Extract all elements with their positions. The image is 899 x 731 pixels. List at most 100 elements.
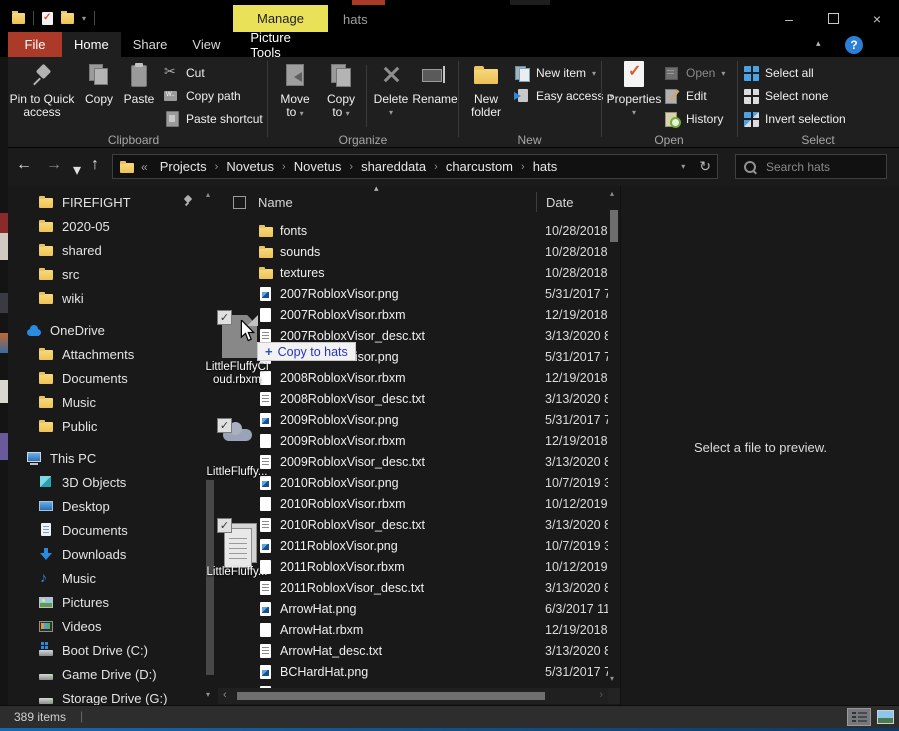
sidebar-item[interactable]: Documents — [8, 518, 203, 542]
breadcrumb-separator-icon[interactable]: › — [215, 161, 219, 173]
list-vertical-scrollbar[interactable]: ▴ ▾ — [608, 186, 620, 688]
new-item-button[interactable]: New item ▾ — [514, 63, 596, 83]
address-bar[interactable]: « Projects›Novetus›Novetus›shareddata›ch… — [112, 154, 718, 179]
forward-button[interactable]: → — [46, 156, 62, 174]
copy-to-button[interactable]: Copy to ▾ — [318, 60, 364, 120]
sidebar-item[interactable]: Music — [8, 390, 203, 414]
up-button[interactable]: ↑ — [91, 156, 99, 174]
large-icons-view-button[interactable] — [875, 708, 895, 726]
select-none-button[interactable]: Select none — [744, 86, 828, 106]
file-row[interactable]: 2009RobloxVisor_desc.txt 3/13/2020 8 — [218, 451, 608, 472]
sidebar-item[interactable]: Boot Drive (C:) — [8, 638, 203, 662]
sidebar-item[interactable]: Downloads — [8, 542, 203, 566]
file-row[interactable]: BCHardHat.png 5/31/2017 7 — [218, 661, 608, 682]
column-header-date[interactable]: Date — [546, 195, 573, 210]
scrollbar-thumb[interactable] — [237, 692, 545, 700]
copy-path-button[interactable]: Copy path — [164, 86, 241, 106]
folder-icon[interactable] — [61, 13, 74, 24]
column-header-name[interactable]: Name — [258, 195, 293, 210]
list-horizontal-scrollbar[interactable]: ‹ › — [218, 688, 608, 704]
sidebar-item[interactable]: This PC — [8, 446, 203, 470]
details-view-button[interactable] — [847, 708, 871, 726]
paste-button[interactable]: Paste — [118, 60, 160, 106]
breadcrumb-separator-icon[interactable]: › — [521, 161, 525, 173]
sidebar-item[interactable]: Attachments — [8, 342, 203, 366]
pin-to-quick-access-button[interactable]: Pin to Quick access — [6, 60, 78, 119]
search-box[interactable] — [735, 154, 887, 179]
sidebar-item[interactable]: Game Drive (D:) — [8, 662, 203, 686]
scroll-down-icon[interactable]: ▾ — [206, 690, 210, 699]
file-row[interactable]: 2010RobloxVisor_desc.txt 3/13/2020 8 — [218, 514, 608, 535]
scrollbar-thumb[interactable] — [610, 210, 618, 242]
file-row[interactable]: 2008RobloxVisor_desc.txt 3/13/2020 8 — [218, 388, 608, 409]
cut-button[interactable]: Cut — [164, 63, 205, 83]
breadcrumb-separator-icon[interactable]: › — [434, 161, 438, 173]
breadcrumb-segment[interactable]: Novetus — [288, 159, 348, 174]
sidebar-item[interactable]: shared — [8, 238, 203, 262]
breadcrumb-segment[interactable]: Projects — [154, 159, 213, 174]
sidebar-scrollbar[interactable]: ▴ ▾ — [203, 188, 217, 705]
ribbon-tab[interactable]: Picture Tools — [238, 32, 333, 57]
history-button[interactable]: History — [664, 109, 723, 129]
address-dropdown-caret-icon[interactable]: ▾ — [681, 162, 685, 171]
easy-access-button[interactable]: Easy access ▾ — [514, 86, 613, 106]
sidebar-item[interactable]: OneDrive — [8, 318, 203, 342]
scroll-left-icon[interactable]: ‹ — [223, 689, 227, 701]
breadcrumb-segment[interactable]: hats — [527, 159, 564, 174]
properties-button[interactable]: Properties ▾ — [608, 60, 660, 119]
file-row[interactable]: 2008RobloxVisor.rbxm 12/19/2018 — [218, 367, 608, 388]
sidebar-item[interactable]: FIREFIGHT — [8, 190, 203, 214]
refresh-icon[interactable]: ↻ — [699, 158, 711, 175]
file-row[interactable]: 2010RobloxVisor.rbxm 10/12/2019 — [218, 493, 608, 514]
sidebar-item[interactable]: src — [8, 262, 203, 286]
ribbon-tab[interactable]: File — [8, 32, 62, 57]
search-input[interactable] — [764, 159, 899, 175]
help-button[interactable]: ? — [845, 36, 863, 54]
sidebar-item[interactable]: Documents — [8, 366, 203, 390]
file-row[interactable]: textures 10/28/2018 — [218, 262, 608, 283]
scroll-up-icon[interactable]: ▴ — [206, 190, 210, 199]
back-button[interactable]: ← — [16, 156, 32, 174]
collapse-ribbon-icon[interactable]: ▴ — [816, 38, 821, 49]
maximize-button[interactable] — [811, 5, 855, 32]
file-row[interactable]: 2010RobloxVisor.png 10/7/2019 3 — [218, 472, 608, 493]
close-button[interactable]: × — [855, 5, 899, 32]
sidebar-item[interactable]: Music — [8, 566, 203, 590]
file-row[interactable]: 2011RobloxVisor_desc.txt 3/13/2020 8 — [218, 577, 608, 598]
file-row[interactable]: ArrowHat.rbxm 12/19/2018 — [218, 619, 608, 640]
folder-icon[interactable] — [12, 13, 25, 24]
breadcrumb-separator-icon[interactable]: › — [349, 161, 353, 173]
rename-button[interactable]: Rename — [412, 60, 458, 106]
edit-button[interactable]: Edit — [664, 86, 707, 106]
sidebar-item[interactable]: Desktop — [8, 494, 203, 518]
sidebar-item[interactable]: Public — [8, 414, 203, 438]
breadcrumb-segment[interactable]: charcustom — [440, 159, 519, 174]
breadcrumb-segment[interactable]: shareddata — [355, 159, 432, 174]
open-button[interactable]: Open ▾ — [664, 63, 725, 83]
recent-locations-caret-icon[interactable]: ▾ — [73, 160, 81, 180]
sidebar-item[interactable]: 2020-05 — [8, 214, 203, 238]
ribbon-tab[interactable]: View — [179, 32, 233, 57]
file-row[interactable]: 2009RobloxVisor.rbxm 12/19/2018 — [218, 430, 608, 451]
file-row[interactable]: ArrowHat.png 6/3/2017 11 — [218, 598, 608, 619]
manage-contextual-tab[interactable]: Manage — [233, 5, 328, 32]
file-row[interactable]: fonts 10/28/2018 — [218, 220, 608, 241]
breadcrumb-overflow-icon[interactable]: « — [141, 160, 148, 174]
sidebar-item[interactable]: Pictures — [8, 590, 203, 614]
sidebar-item[interactable]: Storage Drive (G:) — [8, 686, 203, 705]
select-all-checkbox[interactable] — [233, 196, 246, 209]
sidebar-item[interactable]: Videos — [8, 614, 203, 638]
file-row[interactable]: 2011RobloxVisor.rbxm 10/12/2019 — [218, 556, 608, 577]
breadcrumb-separator-icon[interactable]: › — [282, 161, 286, 173]
file-row[interactable]: 2009RobloxVisor.png 5/31/2017 7 — [218, 409, 608, 430]
copy-button[interactable]: Copy — [80, 60, 118, 106]
sidebar-item[interactable]: 3D Objects — [8, 470, 203, 494]
scroll-up-icon[interactable]: ▴ — [610, 189, 614, 198]
ribbon-tab[interactable]: Share — [121, 32, 180, 57]
paste-shortcut-button[interactable]: Paste shortcut — [164, 109, 263, 129]
select-all-button[interactable]: Select all — [744, 63, 814, 83]
minimize-button[interactable]: – — [767, 5, 811, 32]
move-to-button[interactable]: Move to ▾ — [272, 60, 318, 120]
file-row[interactable]: sounds 10/28/2018 — [218, 241, 608, 262]
breadcrumb-segment[interactable]: Novetus — [220, 159, 280, 174]
